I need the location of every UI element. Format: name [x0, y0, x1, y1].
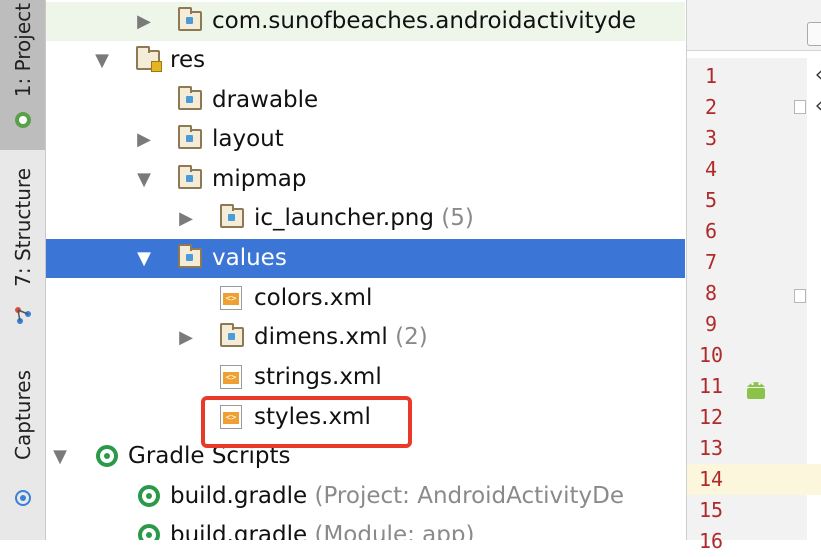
tree-row-ic-launcher[interactable]: ▶ ic_launcher.png (5) — [46, 199, 685, 238]
tab-project[interactable]: 1: Project — [0, 0, 45, 100]
line-number: 4 — [704, 157, 718, 181]
project-tree: ▶ com.sunofbeaches.androidactivityde ▼ r… — [46, 0, 685, 540]
tree-item-label: Gradle Scripts — [128, 443, 291, 469]
line-number: 15 — [698, 498, 724, 522]
folder-icon — [178, 165, 202, 189]
tree-row-layout[interactable]: ▶ layout — [46, 120, 685, 159]
tree-item-label: drawable — [212, 87, 319, 113]
editor-tab-bar — [687, 0, 821, 51]
line-number-gutter: 1 2 3 4 5 6 7 8 9 10 11 12 13 14 15 16 — [687, 58, 821, 553]
collapse-arrow-icon[interactable]: ▼ — [134, 160, 154, 199]
line-number: 13 — [698, 436, 724, 460]
tree-row-colors[interactable]: <> colors.xml — [46, 279, 685, 318]
resource-folder-icon — [136, 46, 162, 72]
line-number: 12 — [698, 405, 724, 429]
tab-structure[interactable]: 7: Structure — [0, 160, 45, 295]
expand-arrow-icon[interactable]: ▶ — [176, 318, 196, 357]
gradle-icon — [138, 485, 160, 507]
collapse-arrow-icon[interactable]: ▼ — [92, 41, 112, 80]
xml-file-icon: <> — [220, 405, 242, 429]
tree-item-label: strings.xml — [254, 364, 382, 390]
line-number: 14 — [698, 467, 724, 491]
line-number: 10 — [698, 343, 724, 367]
android-icon[interactable] — [743, 375, 769, 403]
expand-arrow-icon[interactable]: ▶ — [134, 120, 154, 159]
expand-arrow-icon[interactable]: ▶ — [176, 199, 196, 238]
tab-captures[interactable]: Captures — [0, 355, 45, 475]
package-folder-icon — [178, 7, 202, 31]
line-number: 2 — [704, 95, 718, 119]
tree-row-package[interactable]: ▶ com.sunofbeaches.androidactivityde — [46, 2, 685, 41]
tree-row-dimens[interactable]: ▶ dimens.xml (2) — [46, 318, 685, 357]
gradle-icon — [138, 524, 160, 540]
tree-row-res[interactable]: ▼ res — [46, 41, 685, 80]
tree-item-label: com.sunofbeaches.androidactivityde — [212, 8, 637, 34]
structure-icon — [0, 295, 45, 335]
tool-window-strip: 1: Project 7: Structure Captures — [0, 0, 46, 540]
line-number: 16 — [698, 529, 724, 553]
line-number: 9 — [704, 312, 718, 336]
line-number: 11 — [698, 374, 724, 398]
tree-item-label: styles.xml — [254, 404, 371, 430]
fold-marker-icon[interactable] — [794, 100, 806, 114]
gradle-icon — [96, 445, 118, 467]
tree-item-label: values — [212, 245, 287, 271]
editor-panel: 1 2 3 4 5 6 7 8 9 10 11 12 13 14 15 16 ‹… — [686, 0, 821, 553]
fold-marker-icon[interactable] — [794, 289, 806, 303]
tree-item-label: ic_launcher.png (5) — [254, 205, 474, 231]
folder-icon — [178, 244, 202, 268]
tree-item-label: build.gradle (Module: app) — [170, 522, 475, 540]
editor-tab-control[interactable] — [807, 22, 821, 46]
folder-icon — [220, 323, 244, 347]
folder-icon — [178, 125, 202, 149]
tree-row-build-gradle-project[interactable]: build.gradle (Project: AndroidActivityDe — [46, 477, 685, 516]
tree-row-drawable[interactable]: drawable — [46, 81, 685, 120]
line-number: 8 — [704, 281, 718, 305]
folder-icon — [220, 204, 244, 228]
tree-row-mipmap[interactable]: ▼ mipmap — [46, 160, 685, 199]
code-fragment-icon: ‹ — [813, 93, 821, 117]
android-project-icon — [0, 100, 45, 140]
tree-item-label: res — [170, 47, 206, 73]
collapse-arrow-icon[interactable]: ▼ — [50, 437, 70, 476]
line-number: 7 — [704, 250, 718, 274]
line-number: 5 — [704, 188, 718, 212]
line-number: 3 — [704, 126, 718, 150]
tree-item-label: dimens.xml (2) — [254, 324, 428, 350]
xml-file-icon: <> — [220, 286, 242, 310]
captures-icon — [0, 480, 45, 515]
tree-row-gradle-scripts[interactable]: ▼ Gradle Scripts — [46, 437, 685, 476]
line-number: 1 — [704, 64, 718, 88]
tree-item-label: mipmap — [212, 166, 307, 192]
tree-row-strings[interactable]: <> strings.xml — [46, 358, 685, 397]
folder-icon — [178, 86, 202, 110]
expand-arrow-icon[interactable]: ▶ — [134, 2, 154, 41]
tree-item-label: build.gradle (Project: AndroidActivityDe — [170, 483, 625, 509]
tree-item-label: layout — [212, 126, 284, 152]
xml-file-icon: <> — [220, 365, 242, 389]
code-fragment-icon: ‹ — [813, 62, 821, 86]
line-number: 6 — [704, 219, 718, 243]
tree-row-build-gradle-module[interactable]: build.gradle (Module: app) — [46, 516, 685, 540]
collapse-arrow-icon[interactable]: ▼ — [134, 239, 154, 278]
tree-row-styles[interactable]: <> styles.xml — [46, 398, 685, 437]
tree-row-values[interactable]: ▼ values — [46, 239, 685, 278]
tree-item-label: colors.xml — [254, 285, 373, 311]
